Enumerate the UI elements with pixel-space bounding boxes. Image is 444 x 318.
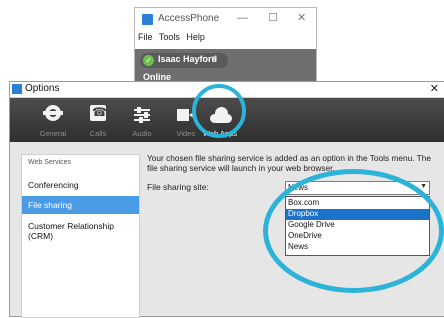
sidebar-item-crm[interactable]: Customer Relationship (CRM)	[22, 217, 139, 241]
tab-calls-label: Calls	[89, 129, 107, 138]
tab-audio[interactable]: Audio	[122, 98, 162, 142]
user-name: Isaac Hayford	[158, 54, 218, 64]
sidebar-item-label: Conferencing	[28, 180, 79, 190]
tab-general[interactable]: General	[33, 98, 73, 142]
file-sharing-site-label: File sharing site:	[147, 182, 209, 192]
tab-general-label: General	[39, 129, 67, 138]
online-check-icon: ✓	[143, 55, 154, 66]
sidebar-item-conferencing[interactable]: Conferencing	[22, 176, 139, 194]
accessphone-app-icon	[142, 14, 153, 25]
tab-audio-label: Audio	[132, 129, 152, 138]
sliders-icon	[132, 104, 152, 124]
accessphone-title: AccessPhone	[158, 13, 220, 24]
file-sharing-description: Your chosen file sharing service is adde…	[147, 153, 431, 173]
user-status-pill[interactable]: ✓ Isaac Hayford ▼	[140, 53, 228, 68]
sidebar-item-label: Customer Relationship (CRM)	[28, 221, 114, 241]
tab-calls[interactable]: Calls	[78, 98, 118, 142]
maximize-button[interactable]: ☐	[268, 12, 278, 24]
close-button[interactable]: ✕	[297, 12, 306, 24]
sidebar-item-file-sharing[interactable]: File sharing	[22, 196, 139, 214]
dropdown-highlight-ring	[263, 169, 444, 293]
minimize-button[interactable]: —	[237, 12, 248, 24]
accessphone-window: AccessPhone — ☐ ✕ File Tools Help ✓ Isaa…	[134, 7, 317, 84]
options-app-icon	[12, 84, 22, 94]
web-services-list: Web Services Conferencing File sharing C…	[21, 154, 140, 318]
web-apps-highlight-ring	[192, 84, 246, 138]
gear-icon	[43, 105, 63, 121]
menu-help[interactable]: Help	[186, 32, 205, 42]
options-close-button[interactable]: ✕	[430, 82, 439, 95]
user-status-bar: ✓ Isaac Hayford ▼ Online	[135, 49, 316, 83]
chevron-down-icon: ▼	[210, 54, 218, 63]
menu-tools[interactable]: Tools	[159, 32, 180, 42]
sidebar-item-label: File sharing	[28, 200, 72, 210]
phone-icon	[90, 105, 107, 121]
menu-file[interactable]: File	[138, 32, 153, 42]
accessphone-titlebar: AccessPhone — ☐ ✕	[135, 8, 316, 32]
web-services-header: Web Services	[28, 159, 72, 166]
accessphone-menubar: File Tools Help	[135, 32, 316, 46]
options-title: Options	[25, 83, 60, 94]
